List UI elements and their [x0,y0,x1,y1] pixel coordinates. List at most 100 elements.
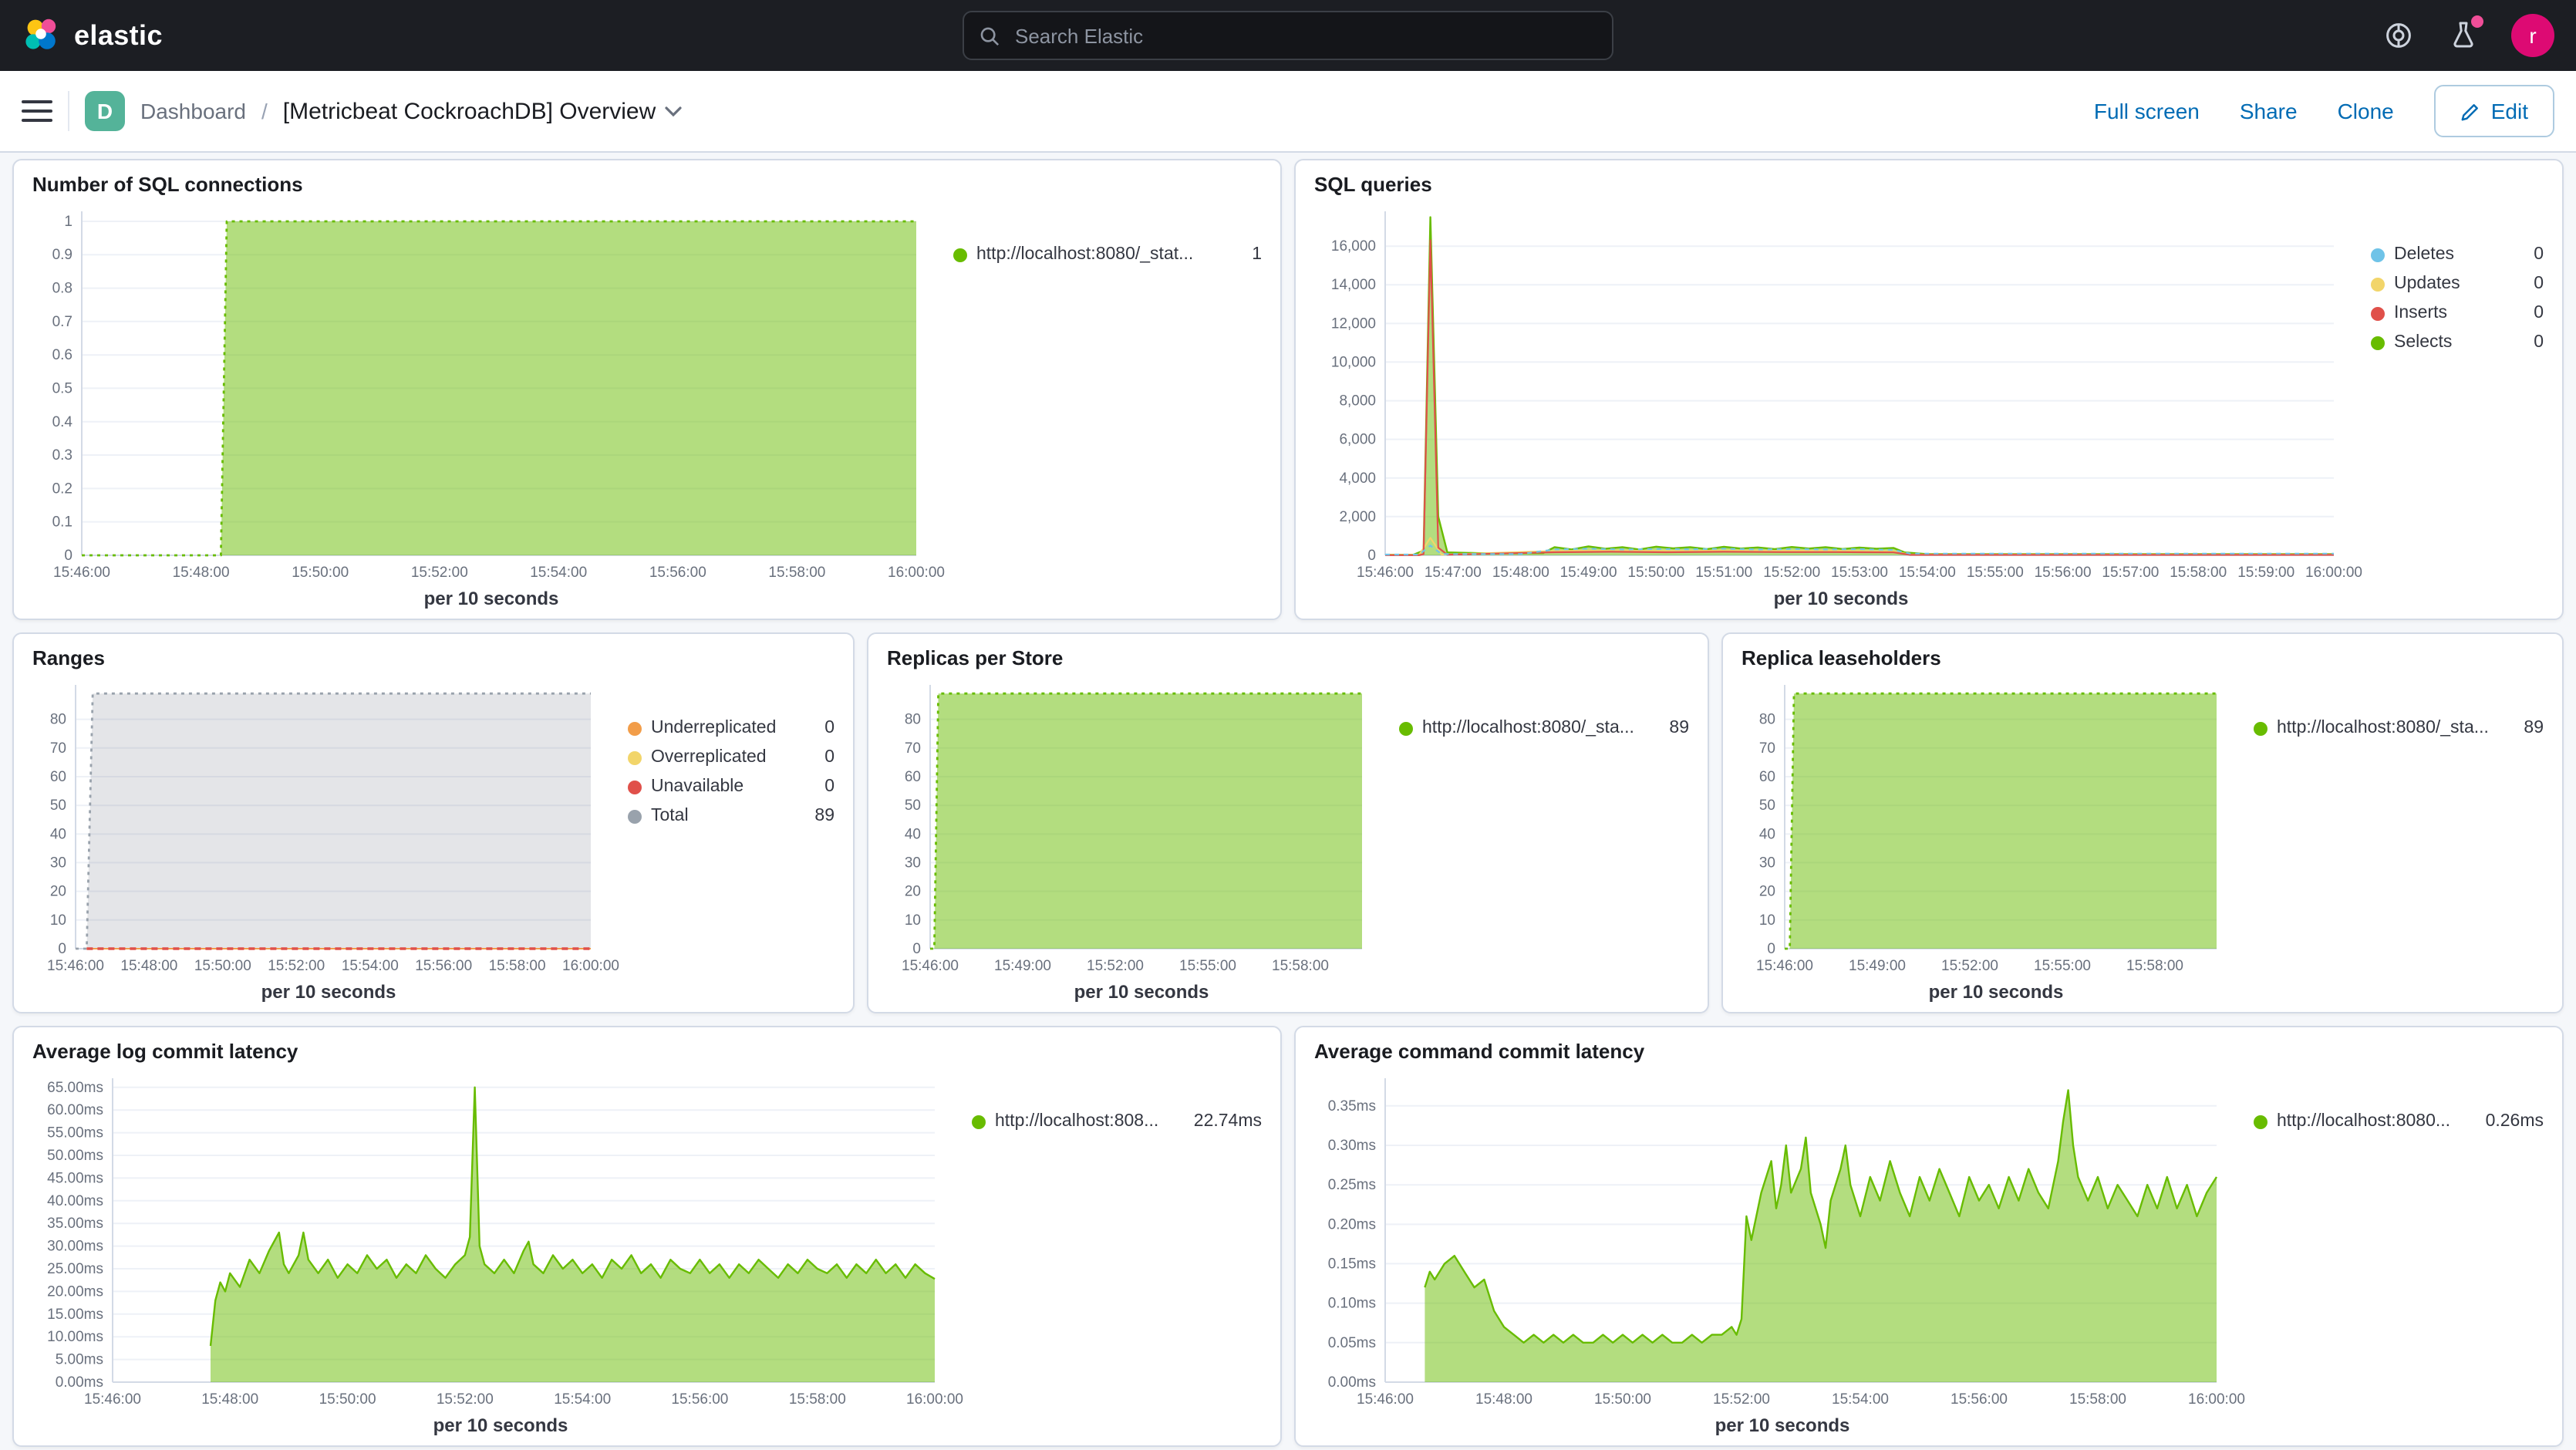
panel-number-of-sql-connections: Number of SQL connections 00.10.20.30.40… [12,159,1282,620]
legend-value: 0 [2521,245,2544,264]
svg-text:0.35ms: 0.35ms [1328,1098,1376,1114]
share-button[interactable]: Share [2240,99,2298,123]
svg-text:0.10ms: 0.10ms [1328,1296,1376,1312]
legend-item[interactable]: http://localhost:8080/_stat...1 [953,245,1262,264]
panel-title: Replicas per Store [884,643,1692,673]
svg-text:40.00ms: 40.00ms [47,1193,103,1209]
sql-connections-chart[interactable]: 00.10.20.30.40.50.60.70.80.9115:46:0015:… [29,199,953,586]
legend-item[interactable]: http://localhost:8080/_sta...89 [2254,719,2544,737]
panel-replica-leaseholders: Replica leaseholders 0102030405060708015… [1721,632,2564,1013]
svg-text:50: 50 [905,798,921,814]
svg-text:0: 0 [1767,941,1775,957]
legend-swatch [2254,721,2267,735]
svg-text:8,000: 8,000 [1339,393,1376,410]
svg-text:15:46:00: 15:46:00 [84,1391,141,1408]
svg-text:50: 50 [1759,798,1775,814]
legend-item[interactable]: Selects0 [2371,333,2544,352]
notifications-icon[interactable] [2446,19,2480,52]
edit-button[interactable]: Edit [2434,85,2554,137]
svg-text:15:52:00: 15:52:00 [1763,565,1820,581]
clone-button[interactable]: Clone [2338,99,2394,123]
svg-text:2,000: 2,000 [1339,509,1376,525]
legend-item[interactable]: Overreplicated0 [628,748,835,767]
legend-value: 89 [802,807,835,825]
dashboard-toolbar: D Dashboard / [Metricbeat CockroachDB] O… [0,71,2576,153]
svg-text:15:52:00: 15:52:00 [1087,958,1144,974]
legend-swatch [628,780,642,794]
legend-label: Selects [2394,333,2452,352]
legend-swatch [628,750,642,764]
svg-text:15:50:00: 15:50:00 [1627,565,1684,581]
svg-text:0.9: 0.9 [52,247,72,263]
svg-text:0.00ms: 0.00ms [56,1374,103,1391]
svg-text:15:46:00: 15:46:00 [47,958,104,974]
replica-leaseholders-chart[interactable]: 0102030405060708015:46:0015:49:0015:52:0… [1738,673,2254,980]
svg-text:15.00ms: 15.00ms [47,1307,103,1323]
edit-button-label: Edit [2491,99,2528,123]
svg-text:15:58:00: 15:58:00 [2069,1391,2126,1408]
full-screen-button[interactable]: Full screen [2094,99,2200,123]
svg-text:40: 40 [1759,826,1775,842]
svg-text:15:48:00: 15:48:00 [120,958,177,974]
legend-item[interactable]: Unavailable0 [628,777,835,796]
legend-item[interactable]: Deletes0 [2371,245,2544,264]
legend-label: http://localhost:8080/_sta... [2277,719,2489,737]
replicas-per-store-chart[interactable]: 0102030405060708015:46:0015:49:0015:52:0… [884,673,1399,980]
legend-item[interactable]: Total89 [628,807,835,825]
command-commit-latency-chart[interactable]: 0.00ms0.05ms0.10ms0.15ms0.20ms0.25ms0.30… [1311,1066,2254,1413]
svg-text:0.8: 0.8 [52,281,72,297]
space-badge[interactable]: D [85,91,125,131]
search-input[interactable] [1012,22,1597,49]
legend-swatch [953,248,967,261]
svg-text:15:56:00: 15:56:00 [1951,1391,2008,1408]
svg-text:15:51:00: 15:51:00 [1695,565,1752,581]
legend-item[interactable]: Updates0 [2371,275,2544,293]
ranges-chart[interactable]: 0102030405060708015:46:0015:48:0015:50:0… [29,673,628,980]
chart-legend: http://localhost:8080...0.26ms [2254,1066,2547,1439]
legend-item[interactable]: http://localhost:808...22.74ms [972,1112,1262,1131]
elastic-brand[interactable]: elastic [22,15,163,56]
svg-text:15:53:00: 15:53:00 [1831,565,1888,581]
legend-label: Underreplicated [651,719,776,737]
svg-text:15:52:00: 15:52:00 [1941,958,1998,974]
legend-swatch [2371,336,2385,349]
sql-queries-chart[interactable]: 02,0004,0006,0008,00010,00012,00014,0001… [1311,199,2371,586]
panel-title: Replica leaseholders [1738,643,2547,673]
help-icon[interactable] [2382,19,2416,52]
page-title-text: [Metricbeat CockroachDB] Overview [283,98,656,124]
svg-text:60: 60 [905,769,921,785]
svg-text:0.5: 0.5 [52,380,72,396]
svg-text:16:00:00: 16:00:00 [562,958,619,974]
svg-text:15:56:00: 15:56:00 [649,565,706,581]
breadcrumb-dashboard[interactable]: Dashboard [140,99,246,123]
legend-value: 0 [812,748,835,767]
legend-item[interactable]: Inserts0 [2371,304,2544,322]
svg-text:15:46:00: 15:46:00 [902,958,959,974]
svg-text:45.00ms: 45.00ms [47,1170,103,1186]
menu-icon[interactable] [22,100,52,122]
x-axis-label: per 10 seconds [29,980,628,1006]
svg-text:15:50:00: 15:50:00 [292,565,349,581]
legend-swatch [628,809,642,823]
chart-legend: http://localhost:8080/_sta...89 [1399,673,1692,1006]
svg-text:50: 50 [50,798,66,814]
elastic-logo-icon [22,15,62,56]
svg-text:15:54:00: 15:54:00 [1899,565,1956,581]
brand-text: elastic [74,19,163,52]
svg-text:25.00ms: 25.00ms [47,1261,103,1277]
log-commit-latency-chart[interactable]: 0.00ms5.00ms10.00ms15.00ms20.00ms25.00ms… [29,1066,972,1413]
global-search[interactable] [963,11,1613,60]
svg-text:20: 20 [905,884,921,900]
legend-item[interactable]: Underreplicated0 [628,719,835,737]
svg-text:15:58:00: 15:58:00 [1272,958,1329,974]
panel-title: Average log commit latency [29,1037,1265,1066]
svg-text:15:54:00: 15:54:00 [554,1391,611,1408]
svg-text:15:58:00: 15:58:00 [2170,565,2227,581]
user-avatar[interactable]: r [2511,14,2554,57]
page-title[interactable]: [Metricbeat CockroachDB] Overview [283,98,683,124]
svg-text:80: 80 [50,712,66,728]
legend-item[interactable]: http://localhost:8080/_sta...89 [1399,719,1689,737]
legend-item[interactable]: http://localhost:8080...0.26ms [2254,1112,2544,1131]
legend-label: http://localhost:8080/_stat... [976,245,1193,264]
chart-legend: http://localhost:8080/_stat...1 [953,199,1265,612]
